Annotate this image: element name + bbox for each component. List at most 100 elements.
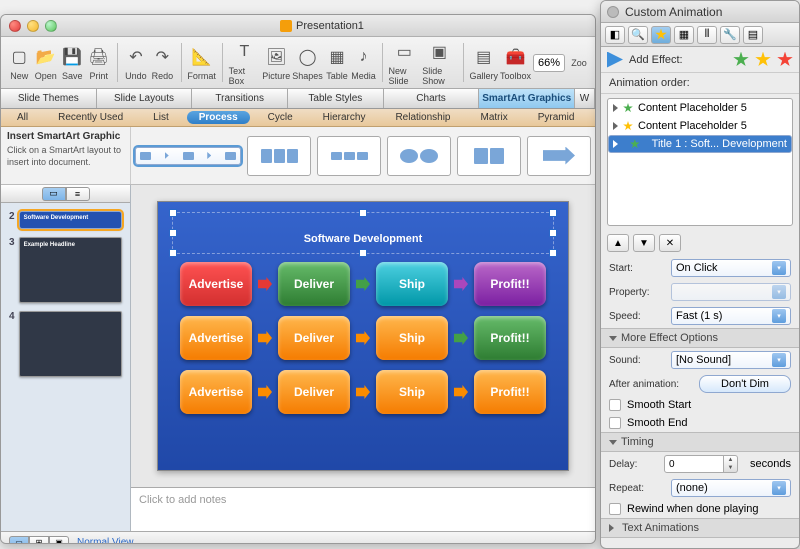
open-button[interactable]: 📂Open <box>33 39 57 86</box>
process-box[interactable]: Profit!! <box>474 316 546 360</box>
panel-tab[interactable]: ▤ <box>743 26 763 44</box>
print-button[interactable]: 🖨Print <box>86 39 110 86</box>
cat-cycle[interactable]: Cycle <box>256 111 305 124</box>
panel-tab[interactable]: 🔧 <box>720 26 740 44</box>
smartart-thumb[interactable] <box>135 147 241 165</box>
process-box[interactable]: Profit!! <box>474 262 546 306</box>
delay-input[interactable]: ▲▼ <box>664 455 738 473</box>
save-button[interactable]: 💾Save <box>60 39 84 86</box>
start-select[interactable]: On Click▾ <box>671 259 791 277</box>
toolbox-button[interactable]: 🧰Toolbox <box>500 39 531 86</box>
animation-order-item[interactable]: Title 1 : Soft... Development <box>608 135 792 153</box>
delay-stepper[interactable]: ▲▼ <box>724 455 738 473</box>
smartart-thumb[interactable] <box>527 136 591 176</box>
cat-list[interactable]: List <box>141 111 181 124</box>
panel-close-icon[interactable] <box>607 6 619 18</box>
shapes-button[interactable]: ◯Shapes <box>292 39 323 86</box>
text-animations-section[interactable]: Text Animations <box>601 518 799 538</box>
new-button[interactable]: ▢New <box>7 39 31 86</box>
slide-title[interactable]: Software Development <box>172 212 554 254</box>
slide-thumb[interactable]: 2 Software Development <box>9 211 122 229</box>
panel-tab-animation[interactable] <box>651 26 671 44</box>
cat-relationship[interactable]: Relationship <box>383 111 462 124</box>
cat-process[interactable]: Process <box>187 111 250 124</box>
thumbnails-view-button[interactable]: ▭ <box>42 187 66 201</box>
zoom-icon[interactable] <box>45 20 57 32</box>
play-button[interactable] <box>607 52 623 68</box>
process-box[interactable]: Profit!! <box>474 370 546 414</box>
sorter-view-button[interactable]: ⊞ <box>29 536 49 545</box>
slideshow-view-button[interactable]: ▣ <box>49 536 69 545</box>
tab-slide-themes[interactable]: Slide Themes <box>1 89 97 108</box>
animation-order-item[interactable]: Content Placeholder 5 <box>608 99 792 117</box>
close-icon[interactable] <box>9 20 21 32</box>
picture-button[interactable]: 🖼Picture <box>262 39 290 86</box>
delete-button[interactable]: ✕ <box>659 234 681 252</box>
animation-order-item[interactable]: Content Placeholder 5 <box>608 117 792 135</box>
process-box[interactable]: Deliver <box>278 316 350 360</box>
slide-thumb[interactable]: 3 Example Headline <box>9 237 122 303</box>
tab-transitions[interactable]: Transitions <box>192 89 288 108</box>
table-button[interactable]: ▦Table <box>325 39 349 86</box>
process-box[interactable]: Ship <box>376 370 448 414</box>
undo-button[interactable]: ↶Undo <box>124 39 148 86</box>
smartart-thumb[interactable] <box>317 136 381 176</box>
move-up-button[interactable]: ▲ <box>607 234 629 252</box>
process-box[interactable]: Deliver <box>278 262 350 306</box>
panel-tab[interactable]: 🔍 <box>628 26 648 44</box>
redo-button[interactable]: ↷Redo <box>150 39 174 86</box>
more-options-section[interactable]: More Effect Options <box>601 328 799 348</box>
slide-canvas[interactable]: Software Development Advertise Deliver Shi… <box>131 185 595 487</box>
tab-slide-layouts[interactable]: Slide Layouts <box>97 89 193 108</box>
entrance-effect-button[interactable] <box>733 52 749 68</box>
rewind-checkbox[interactable] <box>609 503 621 515</box>
after-animation-button[interactable]: Don't Dim <box>699 375 791 393</box>
process-box[interactable]: Ship <box>376 316 448 360</box>
cat-recent[interactable]: Recently Used <box>46 111 135 124</box>
process-box[interactable]: Advertise <box>180 262 252 306</box>
gallery-button[interactable]: ▤Gallery <box>469 39 498 86</box>
emphasis-effect-button[interactable] <box>755 52 771 68</box>
cat-hierarchy[interactable]: Hierarchy <box>311 111 378 124</box>
normal-view-button[interactable]: ▭ <box>9 536 29 545</box>
repeat-select[interactable]: (none)▾ <box>671 479 791 497</box>
smartart-thumb[interactable] <box>387 136 451 176</box>
smartart-thumb[interactable] <box>247 136 311 176</box>
newslide-button[interactable]: ▭New Slide <box>389 39 421 86</box>
process-box[interactable]: Advertise <box>180 316 252 360</box>
textbox-button[interactable]: TText Box <box>229 39 261 86</box>
zoom-field[interactable]: 66% <box>533 54 565 72</box>
timing-section[interactable]: Timing <box>601 432 799 452</box>
sound-select[interactable]: [No Sound]▾ <box>671 351 791 369</box>
tab-table-styles[interactable]: Table Styles <box>288 89 384 108</box>
tab-overflow[interactable]: W <box>575 89 595 108</box>
smooth-end-checkbox[interactable] <box>609 417 621 429</box>
arrow-icon <box>454 385 468 399</box>
speed-select[interactable]: Fast (1 s)▾ <box>671 307 791 325</box>
cat-all[interactable]: All <box>5 111 40 124</box>
notes-area[interactable]: Click to add notes <box>131 487 595 531</box>
cat-matrix[interactable]: Matrix <box>469 111 520 124</box>
property-select[interactable]: ▾ <box>671 283 791 301</box>
panel-tab[interactable]: ◧ <box>605 26 625 44</box>
media-button[interactable]: ♪Media <box>351 39 376 86</box>
format-button[interactable]: 📐Format <box>187 39 216 86</box>
smartart-thumb[interactable] <box>457 136 521 176</box>
smooth-start-checkbox[interactable] <box>609 399 621 411</box>
cat-pyramid[interactable]: Pyramid <box>526 111 587 124</box>
slideshow-button[interactable]: ▣Slide Show <box>422 39 457 86</box>
minimize-icon[interactable] <box>27 20 39 32</box>
order-label: Animation order: <box>601 73 799 94</box>
move-down-button[interactable]: ▼ <box>633 234 655 252</box>
animation-order-list[interactable]: Content Placeholder 5Content Placeholder… <box>607 98 793 226</box>
process-box[interactable]: Ship <box>376 262 448 306</box>
exit-effect-button[interactable] <box>777 52 793 68</box>
panel-tab[interactable]: ⦀ <box>697 26 717 44</box>
tab-charts[interactable]: Charts <box>384 89 480 108</box>
outline-view-button[interactable]: ≡ <box>66 187 90 201</box>
process-box[interactable]: Advertise <box>180 370 252 414</box>
slide-thumb[interactable]: 4 <box>9 311 122 377</box>
process-box[interactable]: Deliver <box>278 370 350 414</box>
panel-tab[interactable]: ▦ <box>674 26 694 44</box>
tab-smartart[interactable]: SmartArt Graphics <box>479 89 575 108</box>
